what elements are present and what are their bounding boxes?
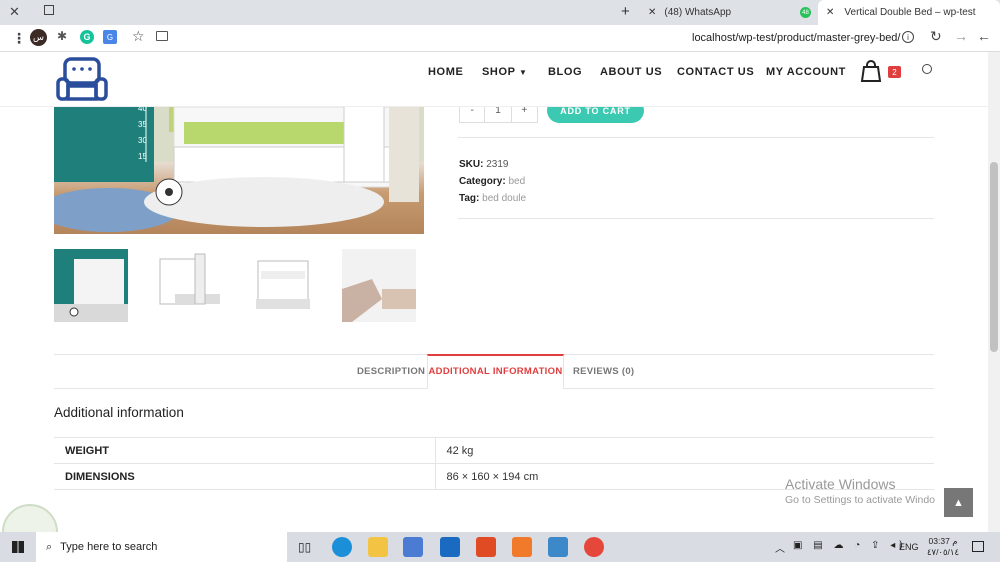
- clock-time: 03:37 م: [928, 536, 958, 546]
- forward-icon[interactable]: →: [954, 28, 968, 44]
- close-tab-icon[interactable]: ✕: [826, 7, 834, 18]
- grammarly-icon[interactable]: G: [80, 30, 94, 44]
- product-meta: SKU: 2319 Category: bed Tag: bed doule: [459, 156, 526, 207]
- tab-description[interactable]: DESCRIPTION: [357, 366, 425, 377]
- url-text[interactable]: localhost/wp-test/product/master-grey-be…: [692, 32, 900, 44]
- tab-whatsapp-label: (48) WhatsApp: [664, 7, 732, 18]
- cast-icon[interactable]: [156, 31, 168, 41]
- notifications-icon[interactable]: [972, 541, 984, 552]
- windows-start-icon[interactable]: [12, 541, 24, 553]
- thumbnail-2[interactable]: [150, 249, 224, 322]
- category-label: Category:: [459, 176, 506, 187]
- tab-vertical-double-bed[interactable]: ✕ Vertical Double Bed – wp-test: [818, 0, 1000, 25]
- additional-information-heading: Additional information: [54, 405, 184, 420]
- page-scrollbar[interactable]: [988, 52, 1000, 532]
- ruler-mark: 30: [138, 136, 147, 145]
- category-row: Category: bed: [459, 173, 526, 190]
- new-tab-icon[interactable]: +: [621, 3, 630, 20]
- tag-row: Tag: bed doule: [459, 190, 526, 207]
- page-content: 40 35 30 15 - 1 + ADD TO CART SKU: 2319 …: [0, 52, 988, 532]
- restore-window-icon[interactable]: [44, 5, 54, 15]
- bookmark-star-icon[interactable]: ☆: [132, 28, 145, 45]
- nav-shop-label: SHOP: [482, 66, 516, 78]
- nav-about-us[interactable]: ABOUT US: [600, 66, 662, 78]
- extensions-puzzle-icon[interactable]: ✱: [57, 29, 67, 43]
- armchair-logo-icon: [56, 57, 108, 101]
- back-icon[interactable]: ←: [977, 28, 991, 44]
- ruler-mark: 35: [138, 120, 147, 129]
- system-tray-icons[interactable]: ▣ ▤ ☁ ◔ ⇪ ◂): [793, 540, 907, 551]
- taskbar-search[interactable]: ⌕ Type here to search: [36, 532, 287, 562]
- browser-tab-bar: ✕ + ✕ (48) WhatsApp 48 ✕ Vertical Double…: [0, 0, 1000, 25]
- tab-additional-information-label: ADDITIONAL INFORMATION: [428, 366, 563, 377]
- sku-row: SKU: 2319: [459, 156, 526, 173]
- clock[interactable]: 03:37 م ٤٧/٠٥/١٤: [923, 536, 963, 558]
- table-row: WEIGHT 42 kg: [54, 437, 934, 464]
- microsoft-store-icon[interactable]: [403, 537, 423, 557]
- nav-shop[interactable]: SHOP ▼: [482, 66, 528, 78]
- divider: [458, 137, 934, 138]
- tag-link[interactable]: bed doule: [482, 193, 526, 204]
- translate-icon[interactable]: G: [103, 30, 117, 44]
- thumbnail-3[interactable]: [246, 249, 320, 322]
- search-icon[interactable]: [922, 64, 932, 74]
- watermark-title: Activate Windows: [785, 476, 896, 492]
- file-explorer-icon[interactable]: [368, 537, 388, 557]
- tab-reviews-label: REVIEWS (0): [573, 366, 635, 377]
- thumbnail-1[interactable]: [54, 249, 128, 322]
- activate-windows-watermark: Activate Windows Go to Settings to activ…: [785, 476, 935, 506]
- chevron-up-icon[interactable]: ︿: [775, 540, 785, 555]
- tab-active-label: Vertical Double Bed – wp-test: [844, 7, 976, 18]
- chrome-icon[interactable]: [584, 537, 604, 557]
- watermark-subtitle: Go to Settings to activate Windo: [785, 494, 935, 506]
- nav-home[interactable]: HOME: [428, 66, 463, 78]
- weight-key: WEIGHT: [54, 437, 436, 464]
- nav-my-account[interactable]: MY ACCOUNT: [766, 66, 846, 78]
- scrollbar-thumb[interactable]: [990, 162, 998, 352]
- dimensions-key: DIMENSIONS: [54, 463, 436, 490]
- divider: [458, 218, 934, 219]
- shopping-bag-icon: [860, 60, 882, 82]
- whatsapp-icon: 48: [800, 7, 811, 18]
- chevron-down-icon: ▼: [519, 68, 528, 77]
- close-window-icon[interactable]: ✕: [9, 4, 20, 20]
- cart-button[interactable]: 2: [858, 58, 904, 86]
- close-tab-icon[interactable]: ✕: [648, 7, 656, 18]
- tab-description-label: DESCRIPTION: [357, 366, 426, 377]
- scroll-to-top-button[interactable]: ▲: [944, 488, 973, 517]
- thumbnail-4[interactable]: [342, 249, 416, 322]
- menu-dots-icon[interactable]: ⋮: [12, 30, 26, 47]
- site-header: HOME SHOP ▼ BLOG ABOUT US CONTACT US MY …: [0, 52, 988, 107]
- edge-icon[interactable]: [332, 537, 352, 557]
- ruler-mark: 15: [138, 152, 147, 161]
- xampp-icon[interactable]: [512, 537, 532, 557]
- office-icon[interactable]: [476, 537, 496, 557]
- address-bar: ⋮ س ✱ G G ☆ localhost/wp-test/product/ma…: [0, 25, 1000, 52]
- nav-contact-us[interactable]: CONTACT US: [677, 66, 754, 78]
- cart-count-badge: 2: [888, 66, 901, 78]
- site-logo[interactable]: [56, 54, 108, 106]
- clock-date: ٤٧/٠٥/١٤: [926, 547, 960, 557]
- sku-label: SKU:: [459, 159, 484, 170]
- language-indicator[interactable]: ENG: [899, 542, 919, 552]
- tab-reviews[interactable]: REVIEWS (0): [573, 366, 634, 377]
- windows-taskbar: ⌕ Type here to search ▯▯ ︿ ▣ ▤ ☁ ◔ ⇪ ◂) …: [0, 532, 1000, 562]
- nav-blog[interactable]: BLOG: [548, 66, 582, 78]
- tab-additional-information[interactable]: ADDITIONAL INFORMATION: [427, 354, 564, 389]
- tag-label: Tag:: [459, 193, 480, 204]
- task-view-icon[interactable]: ▯▯: [298, 540, 311, 554]
- reload-icon[interactable]: ↻: [930, 28, 942, 45]
- outlook-icon[interactable]: [440, 537, 460, 557]
- sku-value: 2319: [486, 159, 509, 170]
- tab-whatsapp[interactable]: ✕ (48) WhatsApp: [648, 0, 798, 25]
- add-to-cart-label: ADD TO CART: [560, 105, 631, 116]
- info-icon[interactable]: i: [902, 31, 914, 43]
- weight-value: 42 kg: [435, 437, 934, 464]
- taskbar-search-placeholder: Type here to search: [60, 541, 158, 553]
- profile-avatar[interactable]: س: [30, 29, 47, 46]
- remote-desktop-icon[interactable]: [548, 537, 568, 557]
- corner-logo: [2, 504, 58, 532]
- category-link[interactable]: bed: [508, 176, 525, 187]
- search-icon: ⌕: [46, 540, 53, 553]
